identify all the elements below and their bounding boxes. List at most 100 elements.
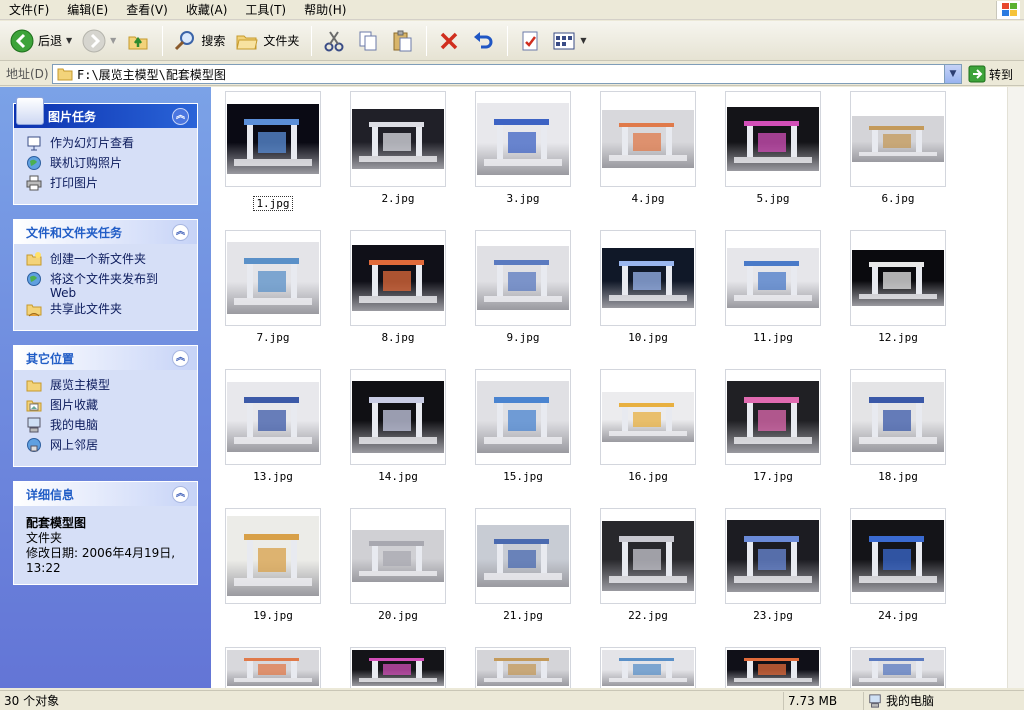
thumbnail-item[interactable]: 4.jpg bbox=[600, 91, 696, 205]
thumbnail-item[interactable]: 1.jpg bbox=[225, 91, 321, 211]
properties-button[interactable] bbox=[514, 25, 546, 57]
thumbnail-frame[interactable] bbox=[725, 647, 821, 688]
thumbnail-frame[interactable] bbox=[225, 91, 321, 187]
thumbnail-item[interactable]: 12.jpg bbox=[850, 230, 946, 344]
thumbnail-item[interactable]: 23.jpg bbox=[725, 508, 821, 622]
thumbnail-frame[interactable] bbox=[475, 91, 571, 187]
place-my-pictures[interactable]: 图片收藏 bbox=[26, 398, 187, 418]
thumbnail-frame[interactable] bbox=[350, 369, 446, 465]
views-button[interactable]: ▼ bbox=[548, 25, 590, 57]
thumbnail-item[interactable] bbox=[350, 647, 446, 688]
task-slideshow[interactable]: 作为幻灯片查看 bbox=[26, 136, 187, 156]
chevron-down-icon[interactable]: ▼ bbox=[66, 36, 72, 45]
thumbnail-frame[interactable] bbox=[350, 230, 446, 326]
thumbnail-item[interactable]: 18.jpg bbox=[850, 369, 946, 483]
task-share-folder[interactable]: 共享此文件夹 bbox=[26, 302, 187, 322]
thumbnail-item[interactable]: 8.jpg bbox=[350, 230, 446, 344]
menu-favorites[interactable]: 收藏(A) bbox=[177, 0, 237, 20]
task-print[interactable]: 打印图片 bbox=[26, 175, 187, 196]
thumbnail-frame[interactable] bbox=[725, 230, 821, 326]
thumbnail-item[interactable]: 17.jpg bbox=[725, 369, 821, 483]
thumbnail-frame[interactable] bbox=[475, 369, 571, 465]
thumbnail-item[interactable] bbox=[225, 647, 321, 688]
collapse-chevron-icon[interactable]: ︽ bbox=[172, 223, 189, 241]
thumbnail-item[interactable]: 10.jpg bbox=[600, 230, 696, 344]
details-header[interactable]: 详细信息 ︽ bbox=[14, 482, 197, 506]
chevron-down-icon[interactable]: ▼ bbox=[110, 36, 116, 45]
thumbnail-item[interactable]: 6.jpg bbox=[850, 91, 946, 205]
menu-help[interactable]: 帮助(H) bbox=[295, 0, 355, 20]
place-network[interactable]: 网上邻居 bbox=[26, 438, 187, 458]
forward-button[interactable]: ▼ bbox=[78, 25, 120, 57]
thumbnail-frame[interactable] bbox=[350, 647, 446, 688]
thumbnail-frame[interactable] bbox=[225, 369, 321, 465]
thumbnail-frame[interactable] bbox=[225, 647, 321, 688]
collapse-chevron-icon[interactable]: ︽ bbox=[172, 107, 189, 125]
picture-tasks-header[interactable]: 图片任务 ︽ bbox=[14, 97, 197, 128]
menu-tools[interactable]: 工具(T) bbox=[236, 0, 295, 20]
menu-file[interactable]: 文件(F) bbox=[0, 0, 58, 20]
task-new-folder[interactable]: 创建一个新文件夹 bbox=[26, 252, 187, 272]
other-places-header[interactable]: 其它位置 ︽ bbox=[14, 346, 197, 370]
thumbnail-item[interactable] bbox=[600, 647, 696, 688]
thumbnail-item[interactable]: 7.jpg bbox=[225, 230, 321, 344]
menu-view[interactable]: 查看(V) bbox=[117, 0, 177, 20]
thumbnail-item[interactable]: 22.jpg bbox=[600, 508, 696, 622]
thumbnail-frame[interactable] bbox=[850, 369, 946, 465]
search-button[interactable]: 搜索 bbox=[169, 25, 229, 57]
thumbnail-item[interactable]: 3.jpg bbox=[475, 91, 571, 205]
thumbnail-frame[interactable] bbox=[600, 369, 696, 465]
vertical-scrollbar[interactable] bbox=[1007, 87, 1024, 688]
copy-button[interactable] bbox=[352, 25, 384, 57]
thumbnail-item[interactable]: 16.jpg bbox=[600, 369, 696, 483]
back-button[interactable]: 后退 ▼ bbox=[6, 25, 76, 57]
up-folder-button[interactable] bbox=[122, 25, 154, 57]
thumbnail-frame[interactable] bbox=[600, 91, 696, 187]
thumbnail-frame[interactable] bbox=[600, 647, 696, 688]
thumbnail-item[interactable]: 19.jpg bbox=[225, 508, 321, 622]
thumbnail-frame[interactable] bbox=[475, 508, 571, 604]
cut-button[interactable] bbox=[318, 25, 350, 57]
place-main-model[interactable]: 展览主模型 bbox=[26, 378, 187, 398]
thumbnail-item[interactable]: 24.jpg bbox=[850, 508, 946, 622]
thumbnail-item[interactable] bbox=[475, 647, 571, 688]
thumbnail-frame[interactable] bbox=[850, 508, 946, 604]
file-tasks-header[interactable]: 文件和文件夹任务 ︽ bbox=[14, 220, 197, 244]
thumbnail-frame[interactable] bbox=[600, 508, 696, 604]
address-input[interactable]: F:\展览主模型\配套模型图 ▼ bbox=[52, 64, 962, 84]
collapse-chevron-icon[interactable]: ︽ bbox=[172, 349, 189, 367]
thumbnail-frame[interactable] bbox=[725, 508, 821, 604]
undo-button[interactable] bbox=[467, 25, 499, 57]
delete-button[interactable] bbox=[433, 25, 465, 57]
thumbnail-item[interactable] bbox=[850, 647, 946, 688]
thumbnail-frame[interactable] bbox=[475, 230, 571, 326]
thumbnail-frame[interactable] bbox=[850, 647, 946, 688]
thumbnail-item[interactable]: 13.jpg bbox=[225, 369, 321, 483]
task-publish-web[interactable]: 将这个文件夹发布到 Web bbox=[26, 272, 187, 302]
go-button[interactable]: 转到 bbox=[968, 64, 1013, 84]
collapse-chevron-icon[interactable]: ︽ bbox=[172, 485, 189, 503]
task-order-prints[interactable]: 联机订购照片 bbox=[26, 156, 187, 176]
chevron-down-icon[interactable]: ▼ bbox=[580, 36, 586, 45]
thumbnail-frame[interactable] bbox=[850, 230, 946, 326]
thumbnail-frame[interactable] bbox=[350, 91, 446, 187]
thumbnail-item[interactable]: 5.jpg bbox=[725, 91, 821, 205]
thumbnail-frame[interactable] bbox=[475, 647, 571, 688]
thumbnail-frame[interactable] bbox=[725, 369, 821, 465]
thumbnail-view[interactable]: 1.jpg 2.jpg 3.jpg 4.jpg 5.jpg 6.jpg 7.jpg 8.jpg… bbox=[211, 87, 1007, 688]
address-dropdown-icon[interactable]: ▼ bbox=[944, 65, 961, 83]
thumbnail-item[interactable]: 21.jpg bbox=[475, 508, 571, 622]
thumbnail-item[interactable]: 11.jpg bbox=[725, 230, 821, 344]
menu-edit[interactable]: 编辑(E) bbox=[58, 0, 117, 20]
folders-button[interactable]: 文件夹 bbox=[231, 25, 303, 57]
thumbnail-item[interactable]: 2.jpg bbox=[350, 91, 446, 205]
thumbnail-frame[interactable] bbox=[600, 230, 696, 326]
thumbnail-item[interactable]: 9.jpg bbox=[475, 230, 571, 344]
thumbnail-item[interactable] bbox=[725, 647, 821, 688]
place-my-computer[interactable]: 我的电脑 bbox=[26, 417, 187, 438]
thumbnail-frame[interactable] bbox=[850, 91, 946, 187]
thumbnail-frame[interactable] bbox=[725, 91, 821, 187]
thumbnail-item[interactable]: 15.jpg bbox=[475, 369, 571, 483]
thumbnail-frame[interactable] bbox=[350, 508, 446, 604]
thumbnail-item[interactable]: 14.jpg bbox=[350, 369, 446, 483]
